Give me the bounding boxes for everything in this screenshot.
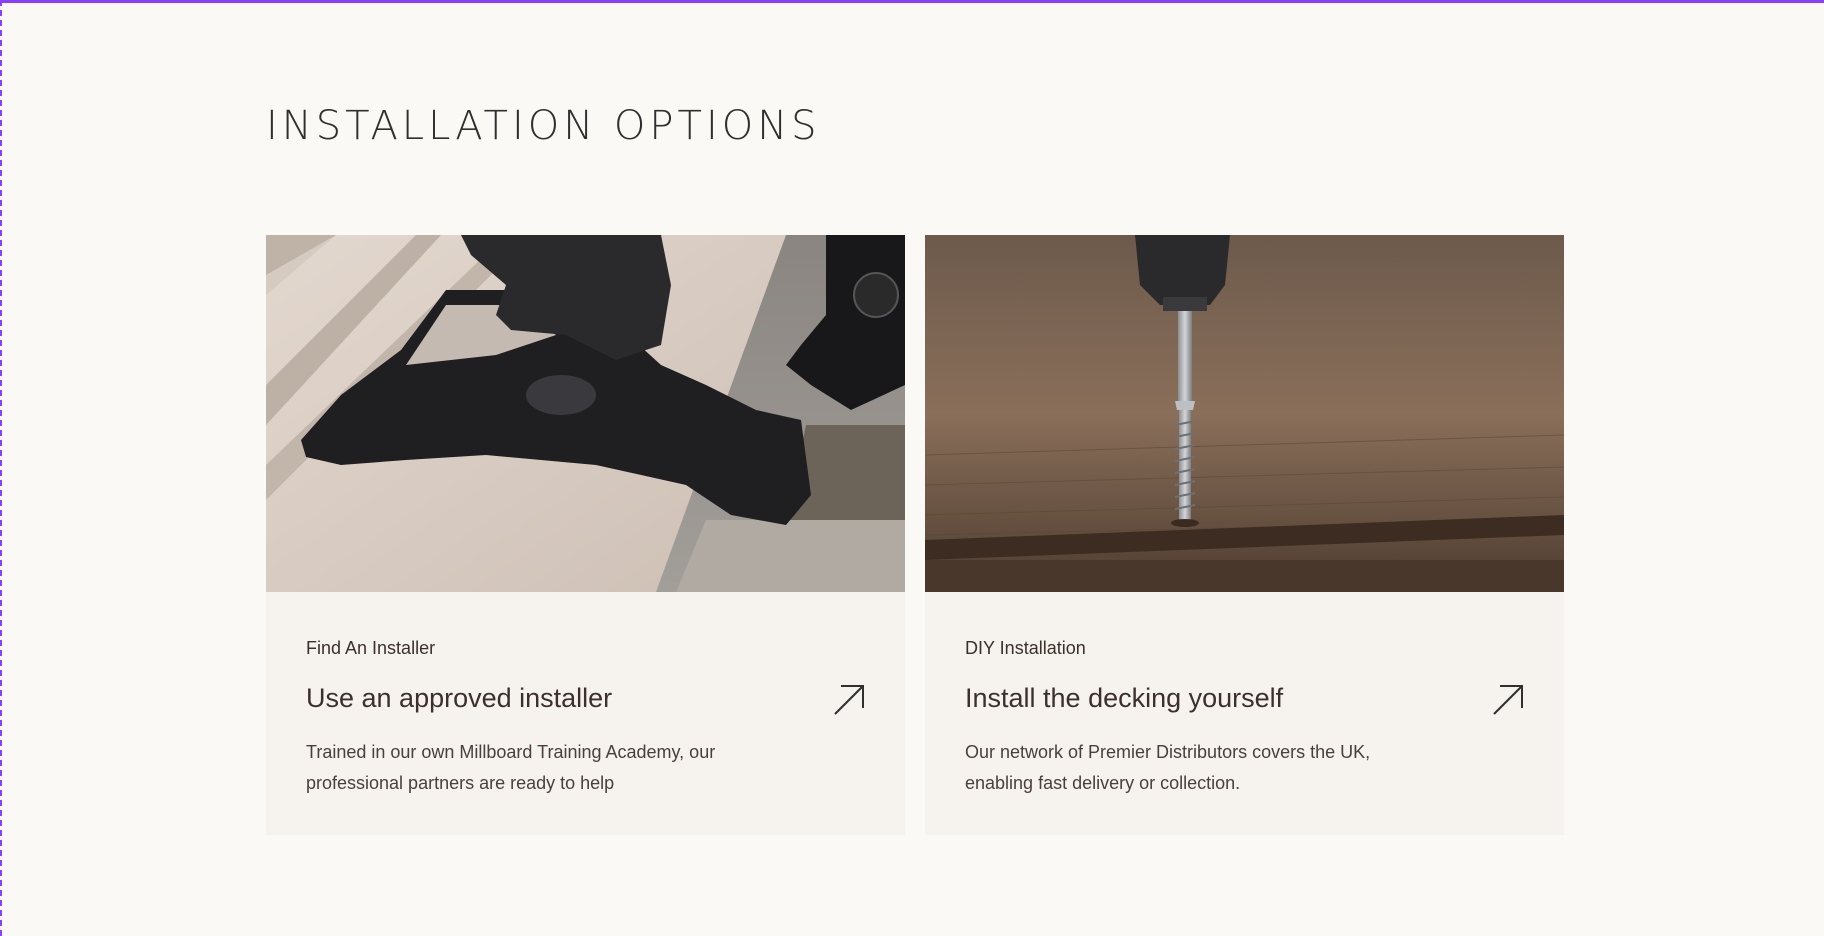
viewport-top-border [0,0,1824,3]
card-heading: Install the decking yourself [965,683,1284,713]
installation-options-section: INSTALLATION OPTIONS Find An Installer U… [266,100,1564,835]
screw-decking-image [925,235,1564,592]
card-diy-installation[interactable]: DIY Installation Install the decking you… [925,235,1564,835]
card-kicker: DIY Installation [965,638,1086,658]
viewport-left-border [0,0,2,936]
card-heading: Use an approved installer [306,683,613,713]
arrow-up-right-icon[interactable] [1490,682,1526,718]
installer-tool-image [266,235,905,592]
card-kicker: Find An Installer [306,638,436,658]
card-find-installer[interactable]: Find An Installer Use an approved instal… [266,235,905,835]
section-title: INSTALLATION OPTIONS [266,103,821,149]
card-body: Find An Installer Use an approved instal… [266,592,905,835]
card-body: DIY Installation Install the decking you… [925,592,1564,835]
card-description: Trained in our own Millboard Training Ac… [306,742,716,793]
installation-cards: Find An Installer Use an approved instal… [266,235,1564,835]
card-description: Our network of Premier Distributors cove… [965,742,1371,793]
arrow-up-right-icon[interactable] [831,682,867,718]
